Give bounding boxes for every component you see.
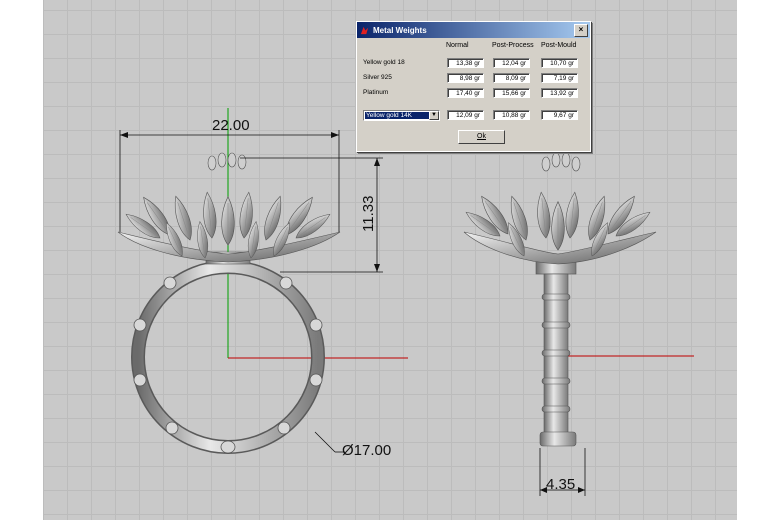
value-field[interactable]: 13,38 gr (447, 58, 484, 68)
col-header-normal: Normal (446, 42, 469, 49)
dim-diameter: Ø17.00 (342, 442, 391, 459)
value-field[interactable]: 15,66 gr (493, 88, 530, 98)
dialog-title: Metal Weights (373, 25, 427, 35)
row-label-platinum: Platinum (363, 89, 389, 96)
row-label-silver-925: Silver 925 (363, 74, 392, 81)
metal-weights-dialog: Metal Weights × Normal Post-Process Post… (356, 21, 591, 152)
value-field[interactable]: 8,09 gr (493, 73, 530, 83)
dim-shank: 4.35 (546, 476, 575, 493)
value-field[interactable]: 10,70 gr (541, 58, 578, 68)
value-field[interactable]: 9,67 gr (541, 110, 578, 120)
value-field[interactable]: 8,98 gr (447, 73, 484, 83)
metal-select-value: Yellow gold 14K (365, 112, 429, 119)
close-icon[interactable]: × (574, 23, 588, 37)
dim-height: 11.33 (360, 196, 377, 232)
col-header-post-mould: Post-Mould (541, 42, 577, 49)
ok-button[interactable]: Ok (458, 130, 505, 144)
value-field[interactable]: 10,88 gr (493, 110, 530, 120)
value-field[interactable]: 17,40 gr (447, 88, 484, 98)
chevron-down-icon[interactable]: ▼ (429, 111, 439, 120)
col-header-post-process: Post-Process (492, 42, 534, 49)
row-label-yellow-gold-18: Yellow gold 18 (363, 59, 405, 66)
lotus-flower-left (117, 152, 341, 263)
value-field[interactable]: 13,92 gr (541, 88, 578, 98)
app-logo-icon (360, 26, 369, 34)
value-field[interactable]: 7,19 gr (541, 73, 578, 83)
dialog-titlebar[interactable]: Metal Weights × (357, 22, 590, 38)
dim-width: 22.00 (212, 117, 250, 134)
value-field[interactable]: 12,09 gr (447, 110, 484, 120)
metal-select[interactable]: Yellow gold 14K ▼ (363, 110, 440, 121)
value-field[interactable]: 12,04 gr (493, 58, 530, 68)
ring-side-view (462, 152, 657, 447)
